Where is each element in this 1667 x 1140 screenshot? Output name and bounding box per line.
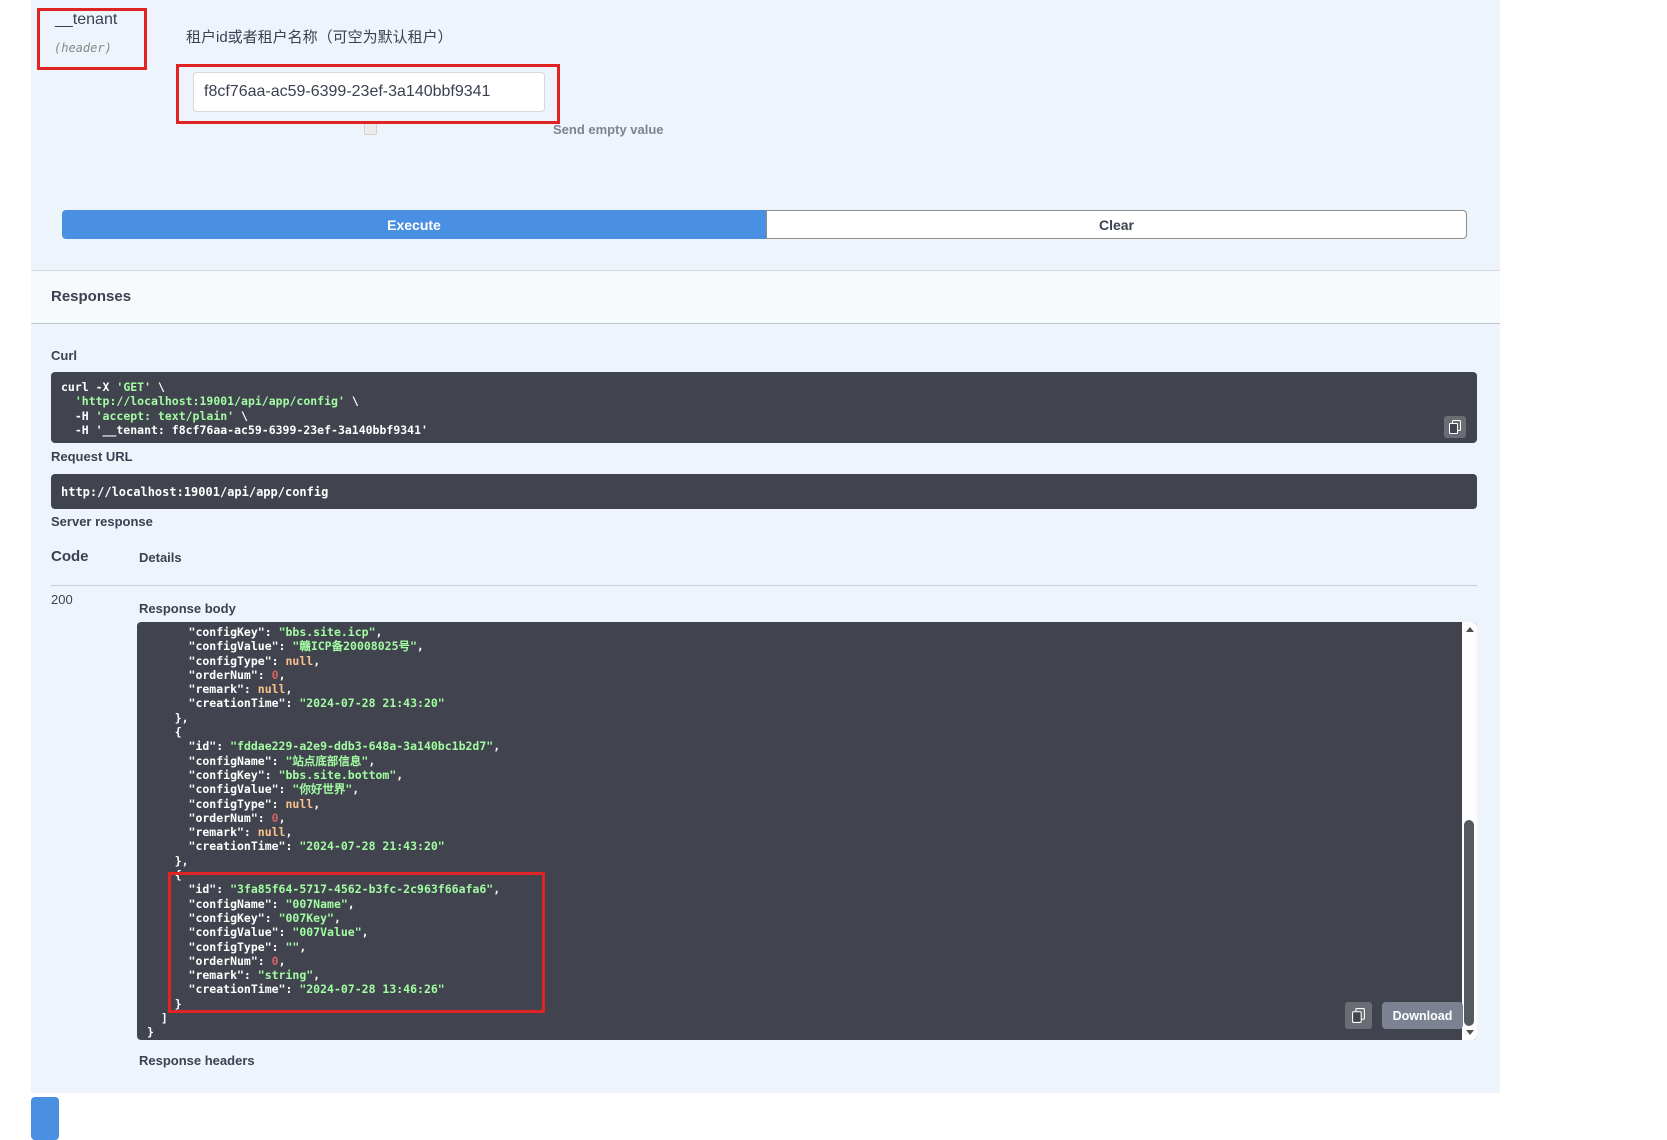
code-line: { — [147, 868, 1453, 882]
code-line: { — [147, 725, 1453, 739]
code-line: "configValue": "赣ICP备20008025号", — [147, 639, 1453, 653]
code-line: } — [147, 997, 1453, 1011]
curl-command-block: curl -X 'GET' \ 'http://localhost:19001/… — [51, 372, 1477, 443]
code-line: ] — [147, 1011, 1453, 1025]
parameter-description: 租户id或者租户名称（可空为默认租户） — [186, 26, 453, 47]
clipboard-icon — [1449, 420, 1461, 434]
server-response-label: Server response — [51, 514, 153, 529]
code-line: "creationTime": "2024-07-28 21:43:20" — [147, 839, 1453, 853]
code-line: "configType": null, — [147, 654, 1453, 668]
code-line: -H '__tenant: f8cf76aa-ac59-6399-23ef-3a… — [61, 423, 1467, 437]
code-line: "configValue": "你好世界", — [147, 782, 1453, 796]
code-line: }, — [147, 711, 1453, 725]
code-line: "creationTime": "2024-07-28 13:46:26" — [147, 982, 1453, 996]
code-line: "configName": "007Name", — [147, 897, 1453, 911]
table-divider — [51, 585, 1477, 586]
code-line: "remark": null, — [147, 682, 1453, 696]
response-body-scrollbar — [1462, 622, 1477, 1040]
swagger-operation-panel: __tenant (header) 租户id或者租户名称（可空为默认租户） Se… — [0, 0, 1667, 1140]
copy-response-button[interactable] — [1345, 1002, 1372, 1029]
clear-button[interactable]: Clear — [766, 210, 1467, 239]
status-code: 200 — [51, 592, 73, 607]
code-line: 'http://localhost:19001/api/app/config' … — [61, 394, 1467, 408]
code-line: "configKey": "bbs.site.icp", — [147, 625, 1453, 639]
code-line: "orderNum": 0, — [147, 811, 1453, 825]
tenant-value-input[interactable] — [193, 72, 545, 112]
code-line: curl -X 'GET' \ — [61, 380, 1467, 394]
code-line: }, — [147, 854, 1453, 868]
code-line: "configName": "站点底部信息", — [147, 754, 1453, 768]
request-url-value: http://localhost:19001/api/app/config — [61, 485, 328, 499]
next-opblock-get-badge[interactable] — [31, 1097, 59, 1140]
response-body-label: Response body — [139, 601, 236, 616]
scrollbar-thumb[interactable] — [1464, 820, 1474, 1026]
code-line: "remark": null, — [147, 825, 1453, 839]
scrollbar-down-arrow[interactable] — [1462, 1025, 1477, 1040]
code-line: "configKey": "bbs.site.bottom", — [147, 768, 1453, 782]
code-line: "orderNum": 0, — [147, 668, 1453, 682]
code-line: "configValue": "007Value", — [147, 925, 1453, 939]
code-line: } — [147, 1025, 1453, 1039]
curl-code: curl -X 'GET' \ 'http://localhost:19001/… — [61, 380, 1467, 437]
execute-button[interactable]: Execute — [62, 210, 766, 239]
response-body-code: "configKey": "bbs.site.icp", "configValu… — [137, 622, 1477, 1040]
response-headers-label: Response headers — [139, 1053, 255, 1068]
code-line: "id": "fddae229-a2e9-ddb3-648a-3a140bc1b… — [147, 739, 1453, 753]
code-column-header: Code — [51, 548, 89, 565]
code-line: -H 'accept: text/plain' \ — [61, 409, 1467, 423]
details-column-header: Details — [139, 550, 182, 565]
code-line: "id": "3fa85f64-5717-4562-b3fc-2c963f66a… — [147, 882, 1453, 896]
code-line: "remark": "string", — [147, 968, 1453, 982]
send-empty-checkbox[interactable] — [364, 122, 377, 135]
code-line: "configType": "", — [147, 940, 1453, 954]
code-line: "configType": null, — [147, 797, 1453, 811]
responses-title: Responses — [51, 288, 131, 305]
request-url-label: Request URL — [51, 449, 133, 464]
response-body-block: "configKey": "bbs.site.icp", "configValu… — [137, 622, 1477, 1040]
scrollbar-up-arrow[interactable] — [1462, 622, 1477, 637]
download-button[interactable]: Download — [1382, 1002, 1463, 1029]
copy-curl-button[interactable] — [1444, 416, 1466, 438]
parameter-name: __tenant — [55, 11, 117, 29]
send-empty-value-label: Send empty value — [553, 122, 664, 137]
request-url-block: http://localhost:19001/api/app/config — [51, 474, 1477, 509]
code-line: "creationTime": "2024-07-28 21:43:20" — [147, 696, 1453, 710]
code-line: "configKey": "007Key", — [147, 911, 1453, 925]
responses-section-header — [31, 270, 1500, 324]
parameter-location: (header) — [54, 41, 112, 55]
code-line: "orderNum": 0, — [147, 954, 1453, 968]
clipboard-icon — [1352, 1008, 1365, 1023]
curl-label: Curl — [51, 348, 77, 363]
